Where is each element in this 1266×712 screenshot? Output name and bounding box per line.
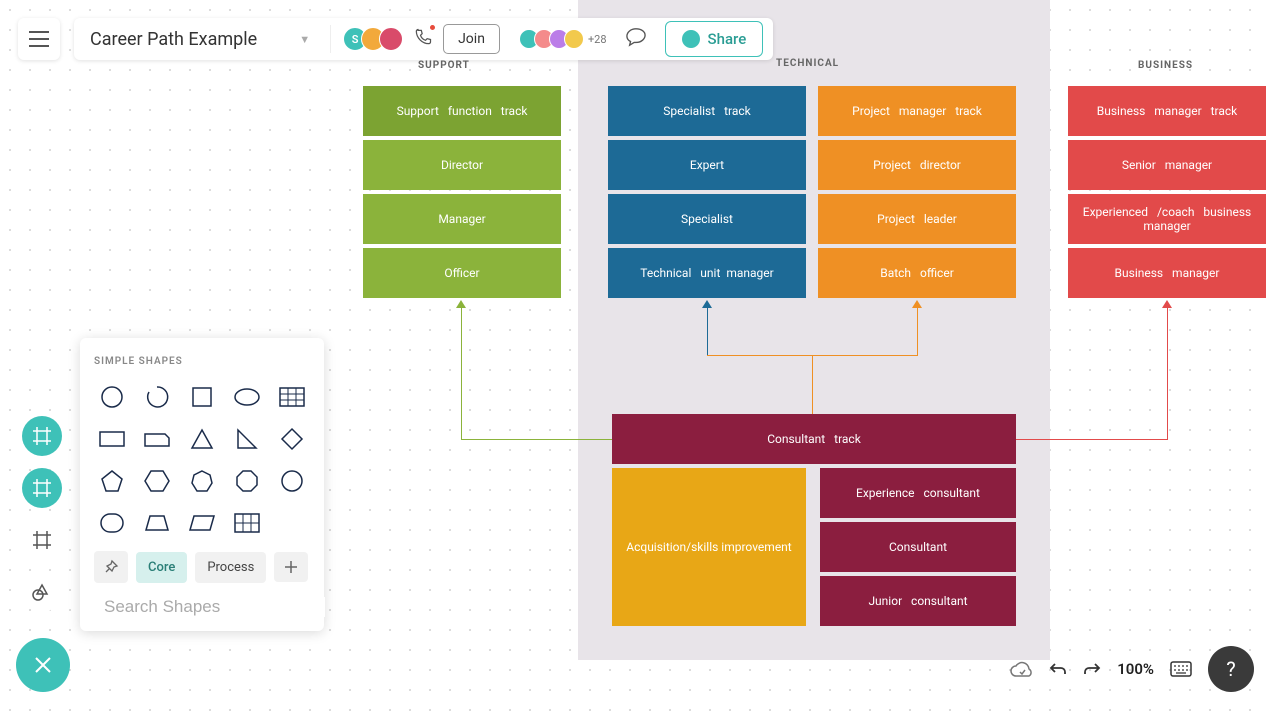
share-label: Share (708, 30, 747, 48)
undo-icon[interactable] (1049, 661, 1067, 677)
connector (1016, 439, 1168, 440)
call-icon[interactable] (413, 27, 433, 51)
help-button[interactable]: ? (1208, 646, 1254, 692)
specialist-head[interactable]: Specialist track (608, 86, 806, 136)
support-row-2[interactable]: Manager (363, 194, 561, 244)
business-row-1[interactable]: Senior manager (1068, 140, 1266, 190)
zoom-level[interactable]: 100% (1117, 660, 1154, 678)
support-track-label: SUPPORT (418, 60, 470, 71)
frame-tool-button-2[interactable] (22, 468, 62, 508)
business-track-label: BUSINESS (1138, 60, 1193, 71)
consultant-level-1[interactable]: Experience consultant (820, 468, 1016, 518)
globe-icon (682, 30, 700, 48)
viewer-avatars[interactable] (524, 29, 584, 49)
consultant-level-3[interactable]: Junior consultant (820, 576, 1016, 626)
shapes-panel: SIMPLE SHAPES Core Process (80, 338, 324, 631)
shape-category-chips: Core Process (94, 551, 310, 583)
close-panel-button[interactable] (16, 638, 70, 692)
project-row-2[interactable]: Project leader (818, 194, 1016, 244)
shapes-grid (94, 383, 310, 537)
core-chip[interactable]: Core (136, 552, 187, 583)
shape-parallelogram[interactable] (184, 509, 219, 537)
shape-heptagon[interactable] (184, 467, 219, 495)
collaborator-avatars[interactable]: S (349, 27, 403, 51)
business-row-3[interactable]: Business manager (1068, 248, 1266, 298)
shapes-panel-title: SIMPLE SHAPES (94, 356, 310, 367)
redo-icon[interactable] (1083, 661, 1101, 677)
shape-triangle[interactable] (184, 425, 219, 453)
shape-card[interactable] (139, 425, 174, 453)
shape-octagon[interactable] (230, 467, 265, 495)
pin-chip[interactable] (94, 551, 128, 583)
shape-empty (275, 509, 310, 537)
shape-ellipse[interactable] (230, 383, 265, 411)
title-dropdown-icon[interactable]: ▼ (287, 33, 322, 46)
shape-square[interactable] (184, 383, 219, 411)
frame-tool-button[interactable] (22, 416, 62, 456)
status-bar: 100% ? (1009, 646, 1254, 692)
business-row-2[interactable]: Experienced /coach business manager (1068, 194, 1266, 244)
arrow-icon (702, 300, 712, 308)
arrow-icon (912, 300, 922, 308)
consultant-level-2[interactable]: Consultant (820, 522, 1016, 572)
cloud-sync-icon[interactable] (1009, 660, 1033, 678)
connector (461, 439, 612, 440)
shape-diamond[interactable] (275, 425, 310, 453)
business-head[interactable]: Business manager track (1068, 86, 1266, 136)
grid-tool-button[interactable] (22, 520, 62, 560)
consultant-head[interactable]: Consultant track (612, 414, 1016, 464)
shape-arc[interactable] (139, 383, 174, 411)
join-button[interactable]: Join (443, 24, 500, 54)
connector (461, 308, 462, 440)
shape-pentagon[interactable] (94, 467, 129, 495)
shapes-search-input[interactable] (104, 597, 325, 617)
main-menu-button[interactable] (18, 18, 60, 60)
shape-right-triangle[interactable] (230, 425, 265, 453)
add-category-chip[interactable] (274, 552, 308, 582)
connector (812, 355, 813, 414)
shapes-search-row (94, 597, 310, 617)
shapes-tool-button[interactable] (22, 572, 62, 612)
shape-table[interactable] (275, 383, 310, 411)
keyboard-icon[interactable] (1170, 661, 1192, 677)
arrow-icon (1162, 300, 1172, 308)
support-row-3[interactable]: Officer (363, 248, 561, 298)
connector (707, 308, 708, 356)
shape-rounded-octagon[interactable] (275, 467, 310, 495)
document-title-block[interactable]: Career Path Example ▼ S Join +28 Share (74, 18, 773, 60)
viewer-count: +28 (588, 33, 607, 46)
comment-icon[interactable] (625, 27, 647, 51)
connector (917, 308, 918, 356)
project-head[interactable]: Project manager track (818, 86, 1016, 136)
top-toolbar: Career Path Example ▼ S Join +28 Share (18, 18, 773, 60)
shape-rectangle[interactable] (94, 425, 129, 453)
specialist-row-2[interactable]: Specialist (608, 194, 806, 244)
shape-grid-3x2[interactable] (230, 509, 265, 537)
process-chip[interactable]: Process (195, 552, 266, 583)
acquisition-box[interactable]: Acquisition/skills improvement (612, 468, 806, 626)
shape-circle[interactable] (94, 383, 129, 411)
support-row-1[interactable]: Director (363, 140, 561, 190)
left-tool-rail (22, 416, 62, 612)
avatar[interactable] (379, 27, 403, 51)
connector (1167, 308, 1168, 440)
specialist-row-3[interactable]: Technical unit manager (608, 248, 806, 298)
document-title: Career Path Example (90, 29, 287, 50)
support-head[interactable]: Support function track (363, 86, 561, 136)
project-row-3[interactable]: Batch officer (818, 248, 1016, 298)
shape-rounded-rect[interactable] (94, 509, 129, 537)
technical-track-label: TECHNICAL (776, 58, 839, 69)
shape-hexagon[interactable] (139, 467, 174, 495)
arrow-icon (456, 300, 466, 308)
project-row-1[interactable]: Project director (818, 140, 1016, 190)
specialist-row-1[interactable]: Expert (608, 140, 806, 190)
share-button[interactable]: Share (665, 21, 764, 57)
shape-trapezoid[interactable] (139, 509, 174, 537)
